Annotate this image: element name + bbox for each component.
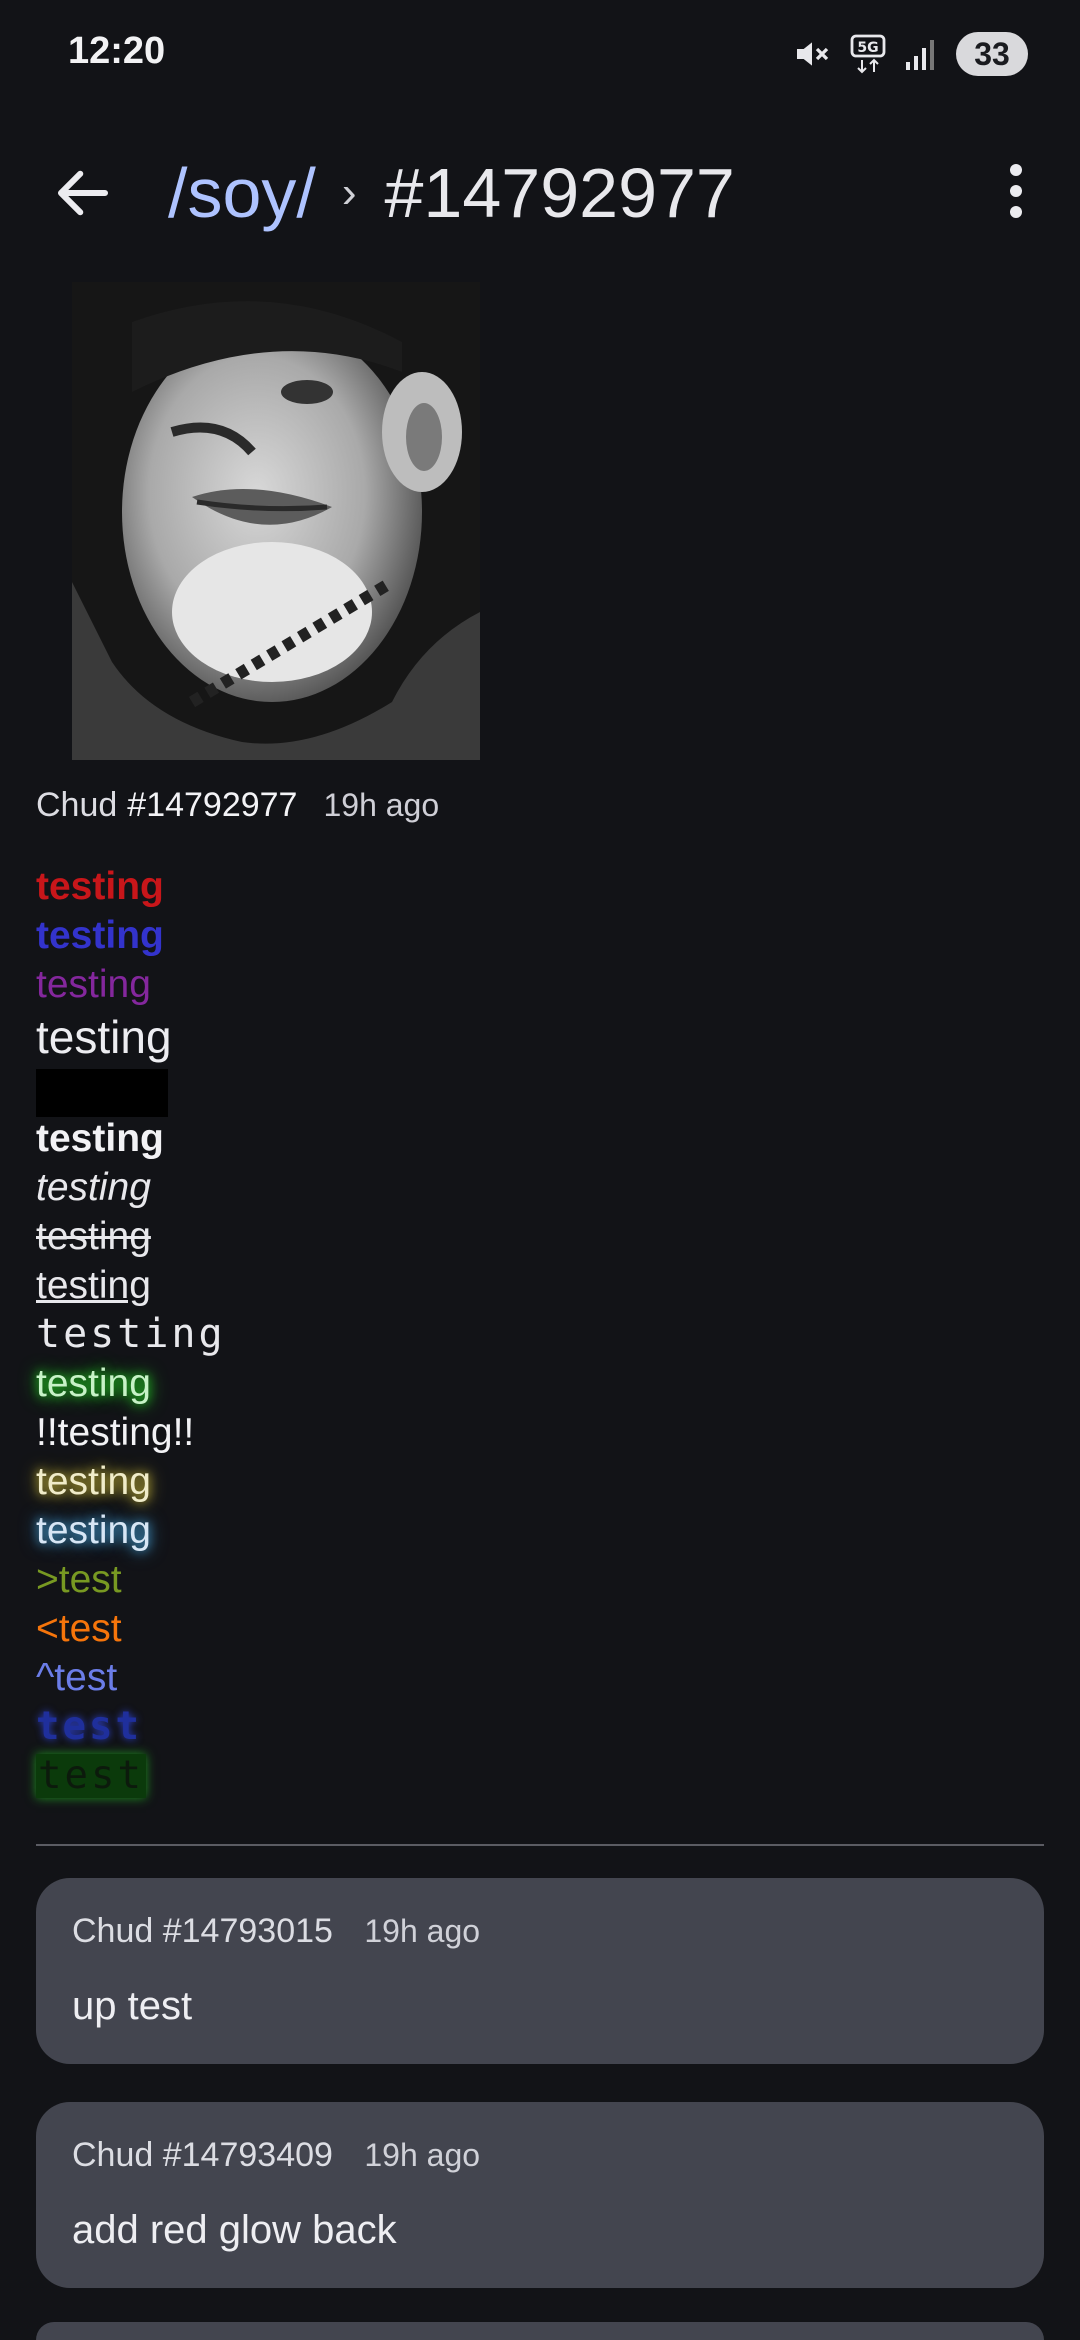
app-bar: /soy/ › #14792977 bbox=[0, 130, 1080, 250]
reply-header: Chud #14793015 19h ago bbox=[72, 1912, 480, 1951]
green-box-text: test bbox=[36, 1753, 146, 1798]
reply-post-number[interactable]: #14793409 bbox=[163, 2136, 333, 2174]
reply-card-partial[interactable] bbox=[36, 2322, 1044, 2340]
reply-text: up test bbox=[72, 1984, 193, 2028]
spoiler-line bbox=[36, 1065, 226, 1117]
red-text-line: testing bbox=[36, 865, 164, 908]
op-post-body: testing testing testing testing testing … bbox=[36, 862, 226, 1800]
cyan-glow-text-line: testing bbox=[36, 1509, 151, 1552]
board-link[interactable]: /soy/ bbox=[168, 148, 316, 238]
back-button[interactable] bbox=[50, 160, 116, 226]
reply-timestamp: 19h ago bbox=[364, 1913, 481, 1949]
reply-timestamp: 19h ago bbox=[364, 2137, 481, 2173]
more-vert-icon bbox=[1010, 164, 1022, 218]
strikethrough-text-line: testing bbox=[36, 1215, 151, 1258]
green-box-line: test bbox=[36, 1751, 226, 1800]
mute-icon bbox=[792, 34, 832, 74]
dark-blue-glow-line: test bbox=[36, 1704, 142, 1749]
blue-text-line: testing bbox=[36, 914, 164, 957]
op-author: Chud bbox=[36, 786, 118, 824]
reply-card[interactable]: Chud #14793409 19h ago add red glow back bbox=[36, 2102, 1044, 2288]
italic-text-line: testing bbox=[36, 1166, 151, 1209]
reply-text: add red glow back bbox=[72, 2208, 397, 2252]
thread-title: #14792977 bbox=[384, 154, 735, 232]
op-post-number[interactable]: #14792977 bbox=[127, 786, 297, 825]
exclaim-text-line: !!testing!! bbox=[36, 1411, 195, 1454]
reply-card[interactable]: Chud #14793015 19h ago up test bbox=[36, 1878, 1044, 2064]
signal-icon bbox=[904, 36, 938, 72]
5g-icon: 5G bbox=[850, 34, 886, 74]
face-image bbox=[72, 282, 480, 760]
spoiler-block[interactable] bbox=[36, 1069, 168, 1117]
bluetext-line: ^test bbox=[36, 1656, 118, 1699]
greentext-line: >test bbox=[36, 1558, 122, 1601]
status-time: 12:20 bbox=[68, 30, 166, 72]
arrow-back-icon bbox=[57, 170, 109, 216]
overflow-menu-button[interactable] bbox=[986, 156, 1046, 226]
reply-author: Chud bbox=[72, 1912, 163, 1950]
op-timestamp: 19h ago bbox=[323, 787, 440, 823]
monospace-text-line: testing bbox=[36, 1311, 226, 1357]
op-post-header: Chud #14792977 19h ago bbox=[36, 786, 439, 825]
op-image-thumbnail[interactable] bbox=[72, 282, 480, 760]
divider bbox=[36, 1844, 1044, 1846]
status-icons: 5G 33 bbox=[792, 30, 1028, 78]
battery-indicator: 33 bbox=[956, 32, 1028, 76]
status-bar: 12:20 5G 33 bbox=[0, 0, 1080, 110]
reply-header: Chud #14793409 19h ago bbox=[72, 2136, 480, 2175]
yellow-glow-text-line: testing bbox=[36, 1460, 151, 1503]
chevron-right-icon: › bbox=[341, 168, 357, 217]
purple-text-line: testing bbox=[36, 963, 151, 1006]
large-text-line: testing bbox=[36, 1011, 172, 1063]
bold-text-line: testing bbox=[36, 1117, 164, 1160]
green-glow-text-line: testing bbox=[36, 1362, 151, 1405]
underline-text-line: testing bbox=[36, 1264, 151, 1307]
breadcrumb: /soy/ › #14792977 bbox=[168, 148, 735, 238]
orangetext-line: <test bbox=[36, 1607, 122, 1650]
reply-author: Chud bbox=[72, 2136, 163, 2174]
svg-text:5G: 5G bbox=[857, 40, 878, 56]
reply-post-number[interactable]: #14793015 bbox=[163, 1912, 333, 1950]
